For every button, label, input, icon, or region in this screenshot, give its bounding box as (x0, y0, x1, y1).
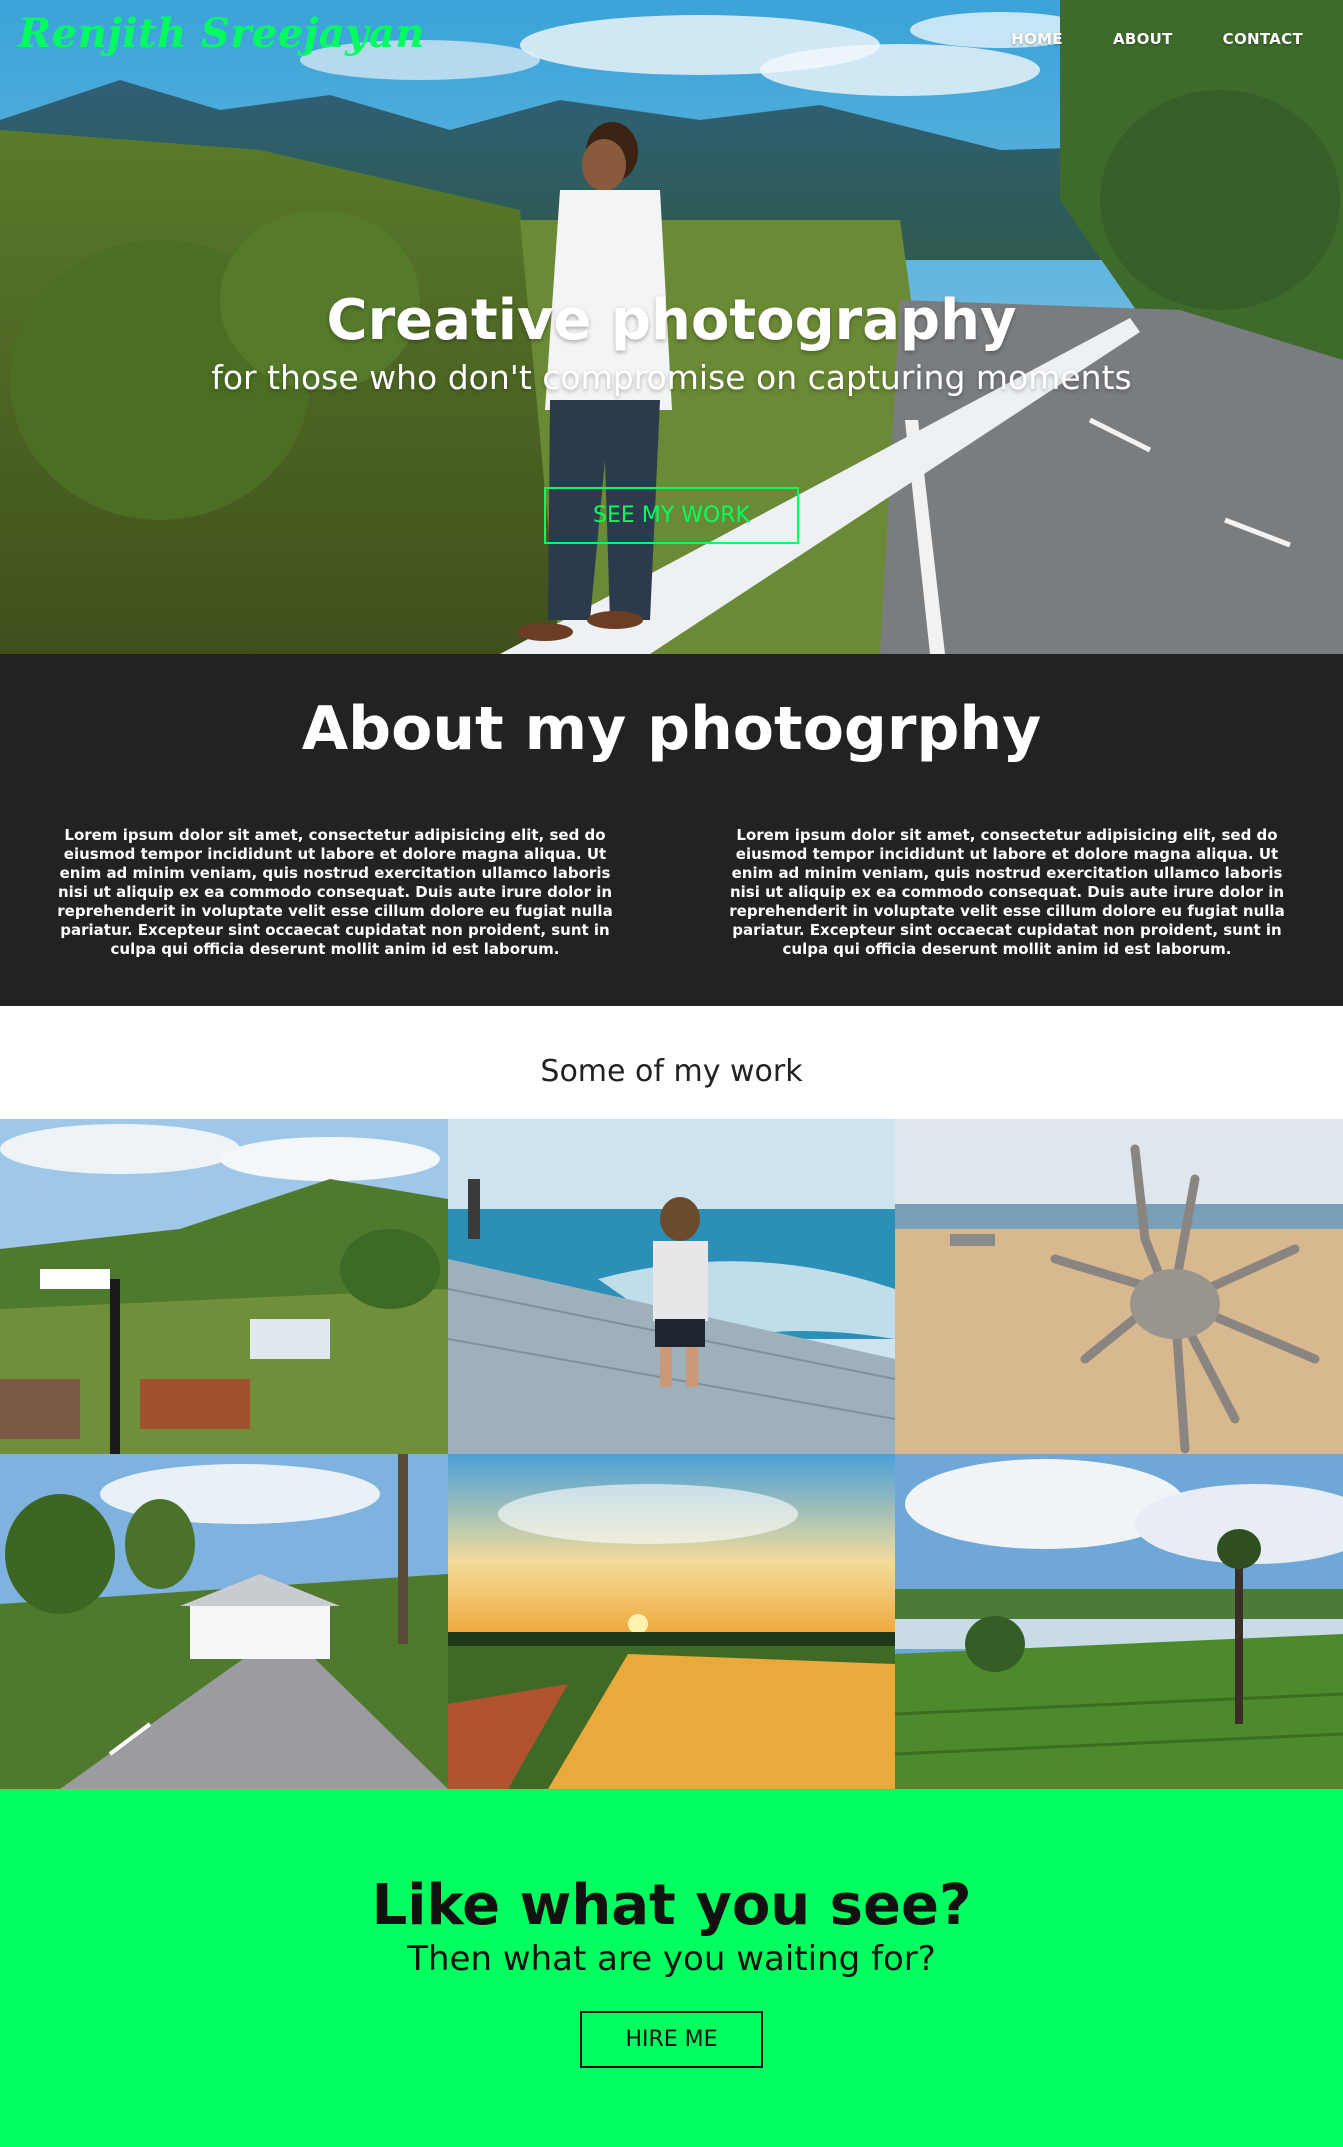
road-house-image (0, 1454, 448, 1789)
about-paragraph-left: Lorem ipsum dolor sit amet, consectetur … (57, 826, 613, 958)
work-title: Some of my work (540, 1054, 803, 1089)
about-paragraph-right: Lorem ipsum dolor sit amet, consectetur … (729, 826, 1285, 958)
sunset-river-image (448, 1454, 895, 1789)
nav-link-home[interactable]: HOME (1011, 30, 1063, 48)
nav-link-about[interactable]: ABOUT (1113, 30, 1173, 48)
hero-subtitle: for those who don't compromise on captur… (211, 358, 1132, 397)
driftwood-beach-image (895, 1119, 1343, 1454)
about-title: About my photogrphy (301, 694, 1042, 764)
nav-link-contact[interactable]: CONTACT (1223, 30, 1303, 48)
cta-title: Like what you see? (371, 1873, 972, 1938)
site-logo[interactable]: Renjith Sreejayan (18, 10, 425, 57)
cta-subtitle: Then what are you waiting for? (407, 1939, 936, 1979)
hero-title: Creative photography (326, 288, 1017, 353)
gallery-photo-road-house[interactable] (0, 1454, 448, 1789)
child-seaside-image (448, 1119, 895, 1454)
see-my-work-button[interactable]: SEE MY WORK (544, 487, 799, 544)
hire-me-button[interactable]: HIRE ME (580, 2011, 763, 2068)
gallery-photo-tea-estate-lake[interactable] (895, 1454, 1343, 1789)
gallery-photo-driftwood-beach[interactable] (895, 1119, 1343, 1454)
photo-gallery (0, 1119, 1343, 1789)
top-navbar: Renjith Sreejayan HOME ABOUT CONTACT (0, 0, 1343, 82)
about-section: About my photogrphy Lorem ipsum dolor si… (0, 654, 1343, 1006)
tea-estate-lake-image (895, 1454, 1343, 1789)
gallery-photo-sunset-river[interactable] (448, 1454, 895, 1789)
work-section: Some of my work (0, 1006, 1343, 1789)
gallery-photo-child-by-sea[interactable] (448, 1119, 895, 1454)
nav-links: HOME ABOUT CONTACT (1011, 30, 1303, 48)
hire-cta-section: Like what you see? Then what are you wai… (0, 1789, 1343, 2147)
hero-section: Renjith Sreejayan HOME ABOUT CONTACT Cre… (0, 0, 1343, 654)
village-hillside-image (0, 1119, 448, 1454)
gallery-photo-village[interactable] (0, 1119, 448, 1454)
